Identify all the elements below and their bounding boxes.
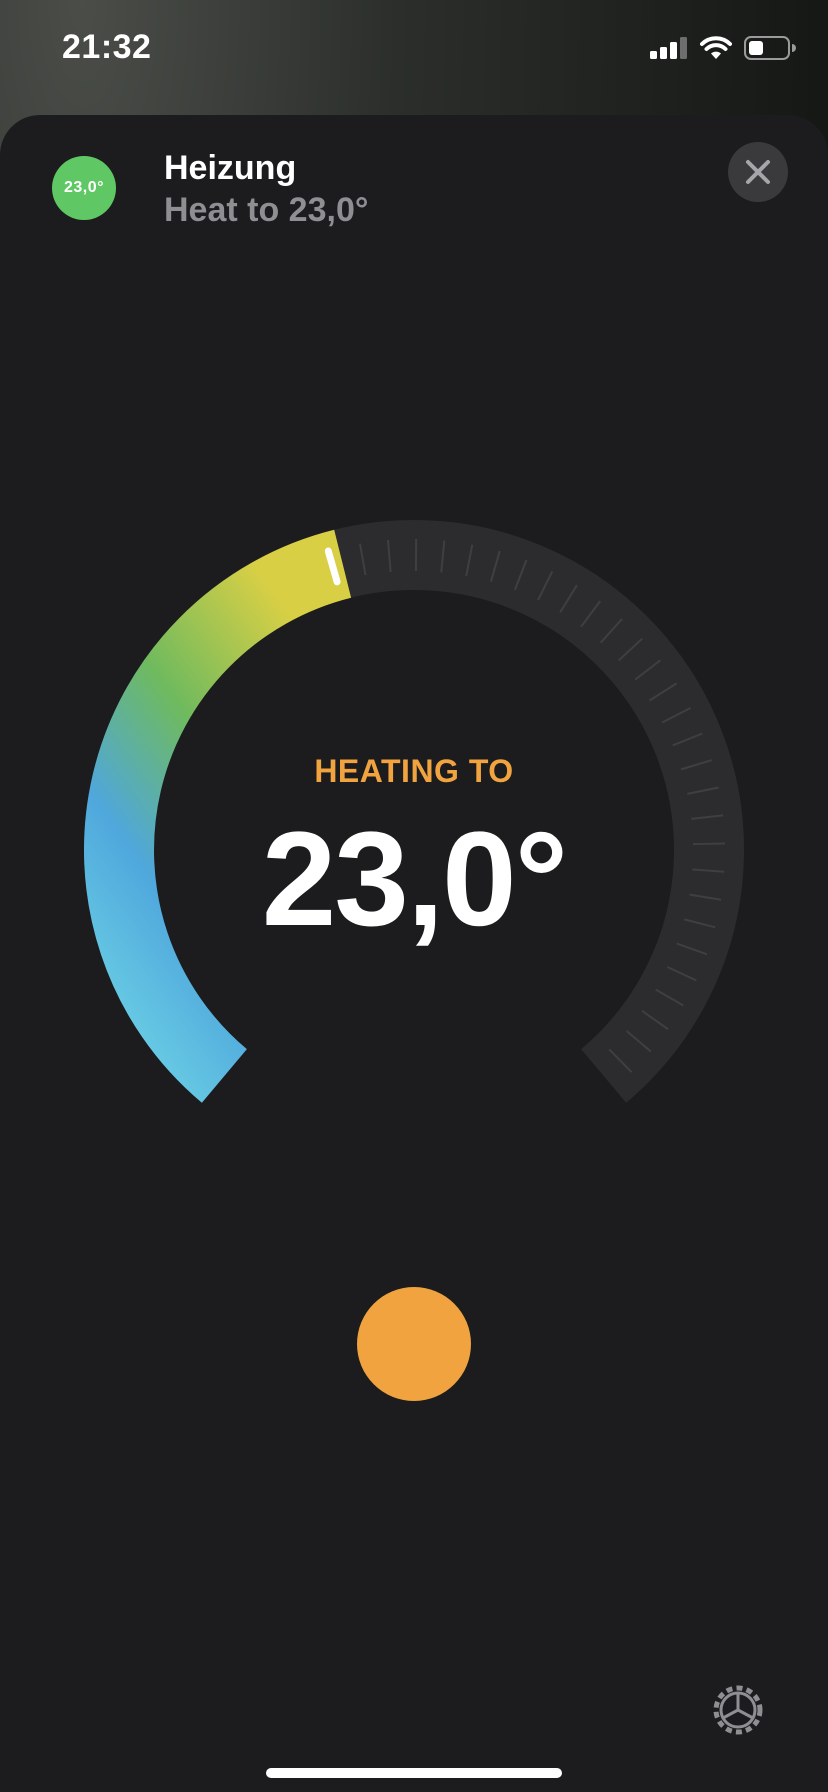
target-temperature: 23,0° bbox=[261, 805, 568, 954]
home-indicator[interactable] bbox=[266, 1768, 562, 1778]
accessory-subtitle: Heat to 23,0° bbox=[164, 191, 369, 229]
close-button[interactable] bbox=[728, 142, 788, 202]
heating-mode-label: HEATING TO bbox=[314, 753, 514, 789]
dial-tick bbox=[559, 584, 578, 613]
dial-tick bbox=[634, 659, 662, 681]
dial-tick bbox=[537, 570, 554, 601]
status-bar: 21:32 bbox=[0, 0, 828, 100]
app-root: 21:32 23,0° Heizung Heat to 23,0° HEATIN… bbox=[0, 0, 828, 1792]
dial-tick bbox=[513, 559, 528, 591]
dial-tick bbox=[465, 544, 474, 577]
dial-tick bbox=[666, 966, 697, 982]
dial-tick bbox=[655, 988, 684, 1007]
dial-tick bbox=[386, 540, 392, 573]
dial-handle[interactable] bbox=[324, 547, 341, 586]
dial-tick bbox=[649, 682, 678, 702]
gear-icon bbox=[713, 1685, 763, 1735]
dial-tick bbox=[580, 600, 602, 628]
status-time: 21:32 bbox=[62, 28, 152, 66]
dial-tick bbox=[440, 540, 446, 573]
status-icons bbox=[650, 36, 796, 60]
accessory-title: Heizung bbox=[164, 149, 297, 187]
dial-tick bbox=[625, 1030, 652, 1053]
thermostat-sheet: 23,0° Heizung Heat to 23,0° HEATING TO 2… bbox=[0, 115, 828, 1792]
dial-tick bbox=[641, 1010, 669, 1031]
settings-button[interactable] bbox=[708, 1680, 768, 1740]
cellular-signal-icon bbox=[650, 37, 687, 59]
dial-tick bbox=[672, 732, 703, 747]
temperature-badge: 23,0° bbox=[52, 156, 116, 220]
battery-icon bbox=[744, 36, 796, 60]
dial-tick bbox=[359, 543, 367, 576]
dial-tick bbox=[618, 637, 643, 662]
dial-tick bbox=[608, 1048, 633, 1073]
wifi-icon bbox=[700, 36, 732, 59]
dial-tick bbox=[661, 706, 692, 724]
dial-tick bbox=[599, 618, 623, 644]
mode-button[interactable] bbox=[357, 1287, 471, 1401]
close-icon bbox=[746, 160, 770, 184]
dial-tick bbox=[489, 550, 501, 583]
